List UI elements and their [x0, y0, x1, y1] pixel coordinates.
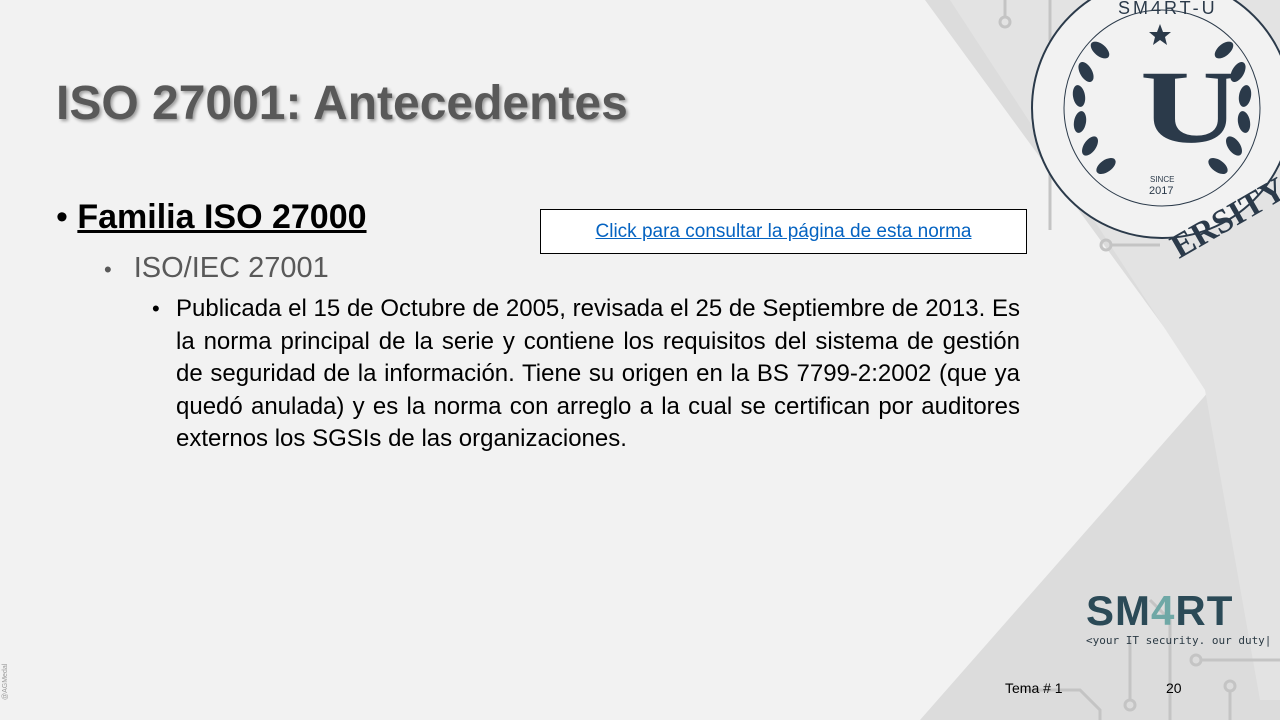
smart-wordmark: SM4RT	[1086, 590, 1256, 632]
smart-wordmark-part2: RT	[1175, 587, 1234, 634]
bullet-level2-text: ISO/IEC 27001	[133, 252, 329, 284]
badge-top-text: SM4RT-U	[1118, 0, 1218, 18]
smart-brand-logo: SM4RT <your IT security. our duty|	[1086, 590, 1272, 648]
bullet-level1: • Familia ISO 27000	[56, 198, 367, 237]
norm-page-link[interactable]: Click para consultar la página de esta n…	[596, 221, 972, 243]
footer-topic: Tema # 1	[1005, 680, 1063, 696]
bullet-dot-icon: •	[56, 198, 68, 236]
description-paragraph: Publicada el 15 de Octubre de 2005, revi…	[176, 295, 1020, 452]
badge-since-text: SINCE	[1150, 175, 1174, 184]
bullet-level1-text: Familia ISO 27000	[77, 198, 367, 236]
bullet-dot-icon: •	[152, 296, 160, 321]
slide-title: ISO 27001: Antecedentes	[56, 77, 628, 130]
bullet-dot-icon: •	[104, 257, 112, 282]
slide-number: 20	[1166, 680, 1182, 696]
watermark: @AGMedal	[2, 663, 9, 700]
smart-tagline: <your IT security. our duty|	[1086, 634, 1272, 647]
smart-wordmark-accent: 4	[1151, 587, 1176, 634]
badge-letter: U	[1140, 50, 1240, 165]
bullet-level2: • ISO/IEC 27001	[104, 252, 329, 285]
university-badge-logo: SM4RT-U U SINCE 2017 ERSITY	[1031, 0, 1280, 266]
norm-link-box: Click para consultar la página de esta n…	[540, 209, 1027, 254]
badge-year-text: 2017	[1149, 185, 1173, 197]
smart-wordmark-part1: SM	[1086, 587, 1151, 634]
